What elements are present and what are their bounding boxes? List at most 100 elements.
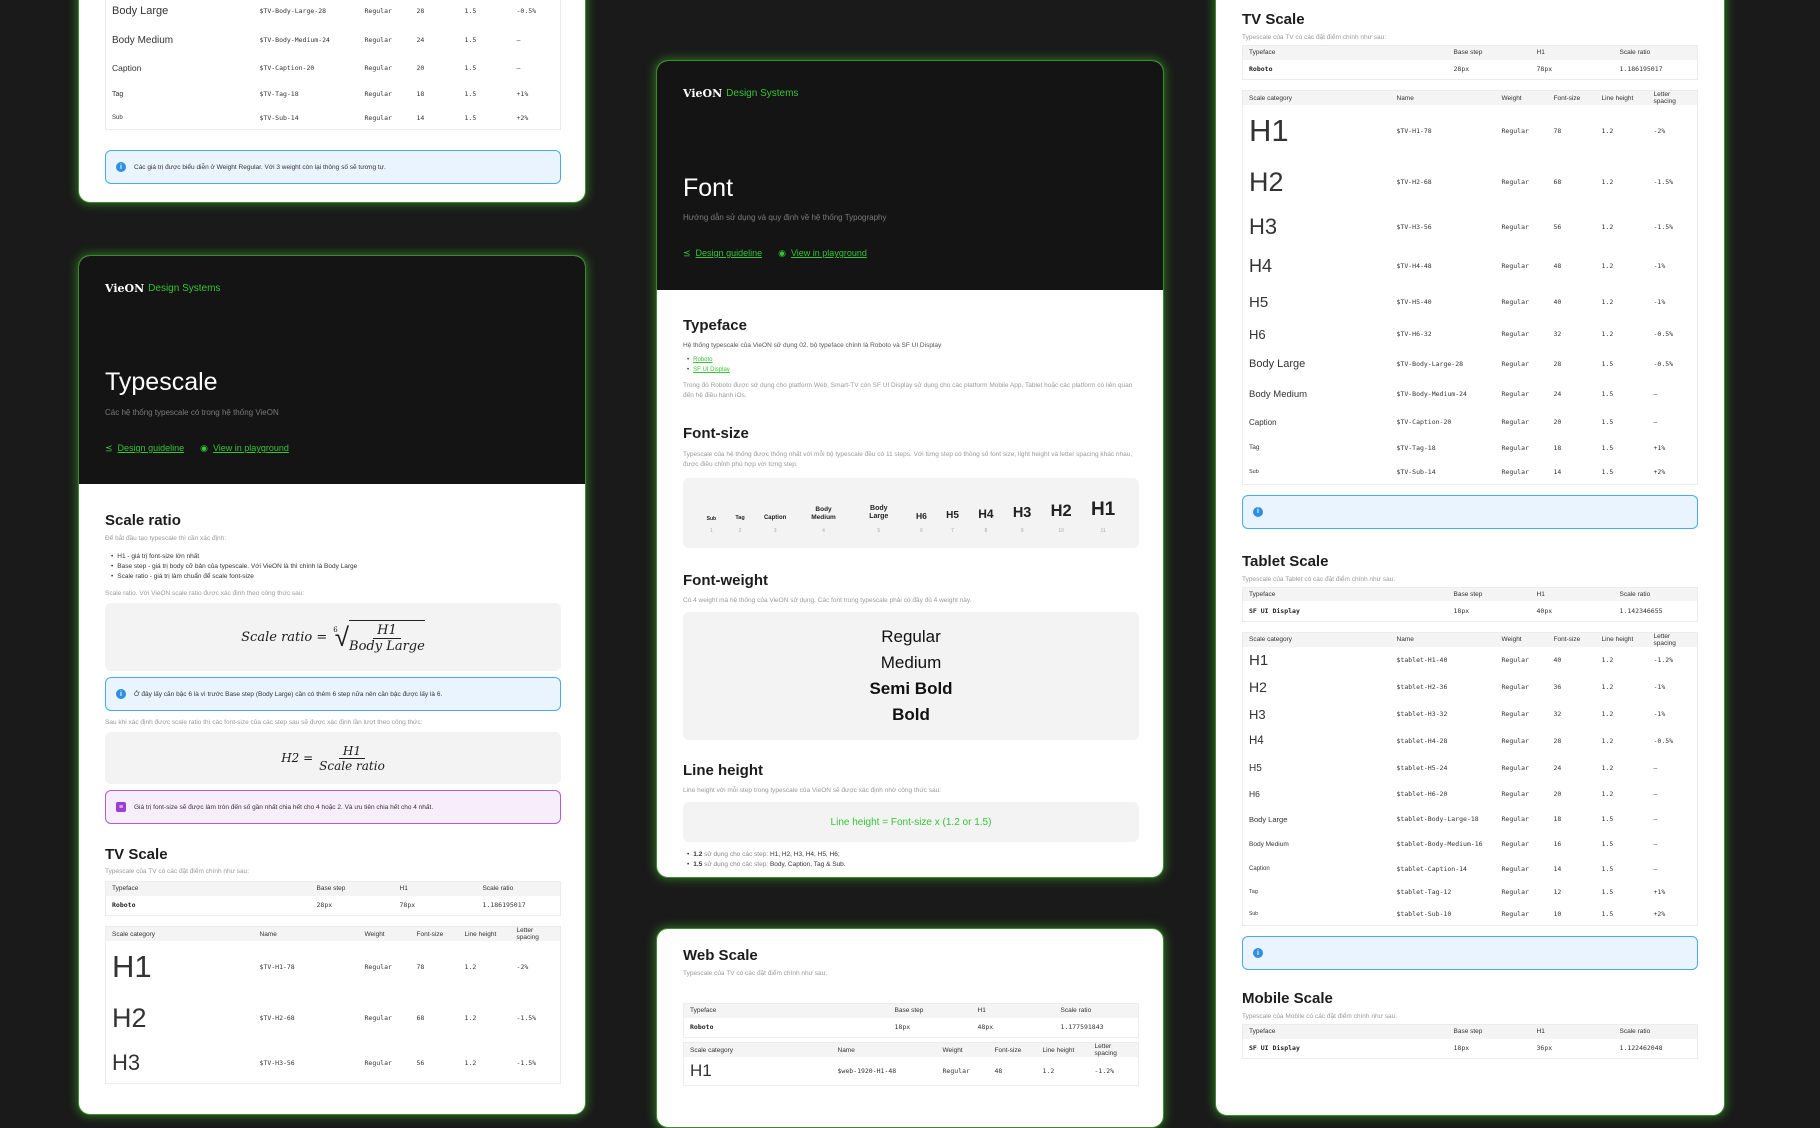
- font-size-cell: 14: [1553, 864, 1562, 873]
- web-scale-title: Web Scale: [683, 947, 758, 964]
- scale-ratio-bullets: H1 - giá trị font-size lớn nhấtBase step…: [111, 552, 561, 582]
- font-size-step: H6 6: [916, 511, 927, 534]
- scale-category-cell: H5: [1249, 293, 1269, 311]
- letter-spacing-cell: –: [516, 64, 521, 72]
- weight-cell: Regular: [1501, 298, 1529, 306]
- design-guideline-link[interactable]: ⪯ Design guideline: [105, 443, 184, 454]
- scale-ratio-cell: 1.142346655: [1619, 606, 1663, 615]
- scale-category-cell: Caption: [112, 63, 142, 73]
- name-cell: $TV-H3-56: [259, 1058, 295, 1067]
- table-row: SF UI Display 18px 36px 1.122462048: [1243, 1039, 1698, 1059]
- scale-category-cell: H6: [1249, 789, 1260, 799]
- info-icon: i: [1253, 948, 1263, 958]
- name-cell: $TV-Body-Large-28: [1396, 360, 1464, 368]
- weight-cell: Regular: [1501, 443, 1529, 452]
- column-header: Weight: [358, 926, 411, 941]
- name-cell: $TV-H6-32: [1396, 330, 1432, 338]
- design-guideline-link[interactable]: ⪯ Design guideline: [683, 248, 762, 259]
- line-height-desc: Line height với mỗi step trong typescale…: [683, 787, 942, 794]
- table-header: Scale category Name Weight Font-size Line he…: [1242, 90, 1698, 105]
- scale-category-cell: H1: [112, 949, 152, 984]
- scale-category-cell: H6: [1249, 326, 1266, 342]
- name-cell: $TV-H2-68: [259, 1014, 295, 1022]
- column-header: Letter spacing: [1647, 632, 1698, 647]
- scale-ratio-cell: 1.177591843: [1060, 1023, 1104, 1032]
- name-cell: $tablet-Sub-10: [1396, 910, 1452, 919]
- letter-spacing-cell: -1.5%: [1653, 223, 1674, 231]
- weight-cell: Regular: [364, 6, 392, 15]
- weight-cell: Regular: [942, 1066, 970, 1075]
- mobile-scale-title: Mobile Scale: [1242, 990, 1333, 1007]
- font-size-cell: 48: [1553, 262, 1562, 270]
- table-header: Typeface Base step H1 Scale ratio: [1242, 1024, 1698, 1039]
- line-height-title: Line height: [683, 762, 763, 779]
- letter-spacing-cell: +1%: [1653, 888, 1666, 896]
- vieon-logo: VieON: [105, 282, 145, 295]
- step-label: H5: [946, 509, 959, 521]
- letter-spacing-cell: –: [1653, 764, 1658, 772]
- page-title: Typescale: [105, 368, 218, 396]
- hero-links: ⪯ Design guideline ◉ View in playground: [683, 248, 867, 259]
- font-size-cell: 24: [1553, 764, 1562, 772]
- weight-bold: Bold: [892, 705, 930, 724]
- column-header: Line height: [1595, 90, 1648, 105]
- font-size-cell: 32: [1553, 330, 1562, 338]
- line-height-cell: 1.5: [1601, 840, 1614, 848]
- column-header: Name: [831, 1042, 937, 1057]
- scale-category-cell: H1: [1249, 651, 1269, 669]
- font-size-cell: 14: [416, 113, 425, 122]
- line-height-cell: 1.5: [1601, 418, 1614, 426]
- table-row: Body Large $TV-Body-Large-28 Regular 28 1.5 -…: [1243, 349, 1698, 379]
- name-cell: $TV-H4-48: [1396, 262, 1432, 270]
- line-height-cell: 1.2: [464, 1058, 477, 1067]
- weight-cell: Regular: [1501, 330, 1529, 338]
- line-height-cell: 1.2: [1601, 262, 1614, 270]
- table-row: H1 $web-1920-H1-48 Regular 48 1.2 -1.2%: [684, 1057, 1139, 1085]
- step-number: 9: [1020, 528, 1024, 534]
- callout-text: Ở đây lấy căn bậc 6 là vì trước Base ste…: [134, 690, 443, 698]
- font-size-cell: 48: [994, 1066, 1003, 1075]
- line-height-cell: 1.2: [1601, 790, 1614, 798]
- column-header: Line height: [458, 926, 511, 941]
- font-size-cell: 16: [1553, 840, 1562, 848]
- column-header: Letter spacing: [1647, 90, 1698, 105]
- info-icon: i: [1253, 506, 1263, 517]
- column-header: H1: [1530, 587, 1614, 601]
- scale-category-cell: H3: [1249, 214, 1278, 239]
- scale-category-cell: Sub: [112, 114, 123, 121]
- letter-spacing-cell: -1%: [1653, 298, 1666, 306]
- table-row: Tag $TV-Tag-18 Regular 18 1.5 +1%: [1243, 435, 1698, 460]
- view-playground-link[interactable]: ◉ View in playground: [200, 443, 289, 454]
- font-size-desc: Typescale của hệ thống được thống nhất v…: [683, 451, 1133, 468]
- weight-cell: Regular: [364, 90, 392, 98]
- table-row: Roboto 18px 48px 1.177591843: [684, 1018, 1139, 1038]
- column-header: Scale ratio: [1054, 1003, 1139, 1018]
- column-header: Scale ratio: [1613, 587, 1698, 601]
- weight-cell: Regular: [1501, 683, 1529, 691]
- column-header: Base step: [1447, 45, 1531, 60]
- view-playground-link[interactable]: ◉ View in playground: [778, 248, 867, 259]
- typeface-cell: Roboto: [112, 901, 136, 910]
- weight-cell: Regular: [364, 36, 392, 44]
- name-cell: $TV-Caption-20: [1396, 418, 1452, 426]
- name-cell: $TV-H2-68: [1396, 178, 1432, 186]
- column-header: Line height: [1595, 632, 1648, 647]
- column-header: Base step: [1447, 1024, 1531, 1039]
- mobile-scale-desc: Typescale của Mobile có các đặt điểm chí…: [1242, 1013, 1398, 1020]
- font-size-cell: 14: [1553, 467, 1562, 476]
- step-number: 4: [822, 528, 825, 534]
- weight-semibold: Semi Bold: [869, 679, 953, 698]
- scale-ratio-cell: 1.186195017: [482, 901, 526, 910]
- scale-ratio-section: Scale ratio Để bắt đầu tạo typescale thì…: [105, 512, 561, 1084]
- scale-category-cell: H2: [1249, 679, 1267, 695]
- play-circle-icon: ◉: [200, 443, 208, 453]
- scale-ratio-formula: Scale ratio = 6 √ H1 Body Large: [105, 603, 561, 671]
- typeface-link-sf[interactable]: SF UI Display: [687, 365, 1139, 375]
- table-body: H1 $TV-H1-78 Regular 78 1.2 -2% H2 $TV-H2-68 Reg…: [1243, 105, 1698, 484]
- name-cell: $TV-Body-Large-28: [259, 6, 327, 15]
- font-size-step: Caption 3: [764, 515, 786, 535]
- table-header: Scale category Name Weight Font-size Line he…: [105, 926, 561, 941]
- step-label: Body Large: [869, 504, 889, 521]
- line-height-cell: 1.2: [1601, 178, 1614, 186]
- typeface-link-roboto[interactable]: Roboto: [687, 355, 1139, 365]
